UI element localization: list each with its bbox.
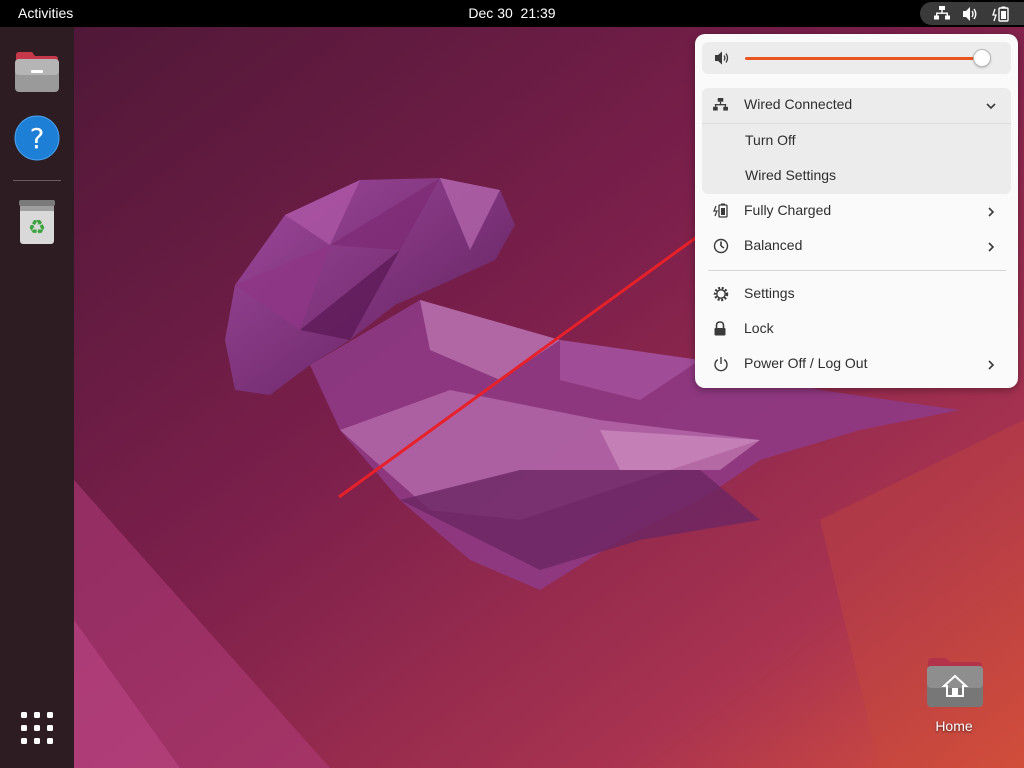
turn-off-label: Turn Off — [745, 132, 796, 148]
chevron-right-icon — [988, 242, 995, 252]
dock-separator — [13, 180, 61, 181]
dock-item-trash[interactable]: ♻ — [14, 199, 60, 245]
lock-label: Lock — [744, 320, 774, 336]
dock: ? ♻ — [0, 27, 74, 768]
network-row-label: Wired Connected — [744, 96, 853, 112]
show-apps-button[interactable] — [20, 711, 54, 745]
system-menu: Wired Connected Turn Off Wired Settings … — [695, 34, 1018, 388]
svg-text:♻: ♻ — [28, 215, 46, 239]
battery-icon — [992, 6, 1009, 22]
chevron-down-icon — [986, 103, 996, 110]
desktop-home-folder[interactable] — [926, 656, 984, 708]
settings-row[interactable]: Settings — [702, 277, 1011, 312]
wired-settings-label: Wired Settings — [745, 167, 837, 183]
date-time-button[interactable]: Dec 30 21:39 — [468, 5, 555, 21]
chevron-right-icon — [988, 207, 995, 217]
power-mode-label: Balanced — [744, 237, 803, 253]
volume-icon — [963, 7, 977, 21]
show-apps-icon — [21, 712, 53, 744]
chevron-right-icon — [988, 360, 995, 370]
gear-icon — [713, 286, 729, 302]
power-row[interactable]: Fully Charged — [702, 194, 1011, 229]
power-mode-icon — [713, 238, 729, 254]
wired-settings-item[interactable]: Wired Settings — [702, 159, 1011, 194]
file-manager-icon — [15, 52, 59, 92]
power-off-row[interactable]: Power Off / Log Out — [702, 347, 1011, 382]
speaker-icon — [715, 51, 729, 65]
settings-label: Settings — [744, 285, 795, 301]
network-row[interactable]: Wired Connected — [702, 88, 1011, 123]
dock-item-help[interactable]: ? — [14, 115, 60, 161]
top-bar: Activities Dec 30 21:39 — [0, 0, 1024, 27]
power-row-label: Fully Charged — [744, 202, 832, 218]
trash-icon: ♻ — [19, 200, 55, 244]
network-wired-icon — [934, 6, 950, 20]
system-tray-button[interactable] — [920, 2, 1024, 25]
battery-icon — [713, 203, 728, 218]
time-label: 21:39 — [520, 5, 556, 21]
power-icon — [714, 357, 728, 372]
home-folder-icon — [927, 658, 983, 707]
volume-row — [702, 42, 1011, 74]
network-wired-icon — [713, 98, 728, 111]
activities-button[interactable]: Activities — [18, 5, 73, 21]
dock-item-files[interactable] — [14, 49, 60, 95]
volume-slider-handle[interactable] — [973, 49, 991, 67]
lock-icon — [714, 321, 726, 336]
date-label: Dec 30 — [468, 5, 513, 21]
lock-row[interactable]: Lock — [702, 312, 1011, 347]
power-mode-row[interactable]: Balanced — [702, 229, 1011, 264]
turn-off-item[interactable]: Turn Off — [702, 124, 1011, 159]
svg-text:?: ? — [30, 122, 45, 155]
volume-slider-track[interactable] — [745, 57, 982, 60]
power-off-label: Power Off / Log Out — [744, 355, 868, 371]
home-folder-label: Home — [935, 718, 973, 734]
menu-separator — [708, 270, 1006, 271]
help-icon: ? — [14, 115, 60, 161]
clock: Dec 30 21:39 — [0, 5, 1024, 21]
